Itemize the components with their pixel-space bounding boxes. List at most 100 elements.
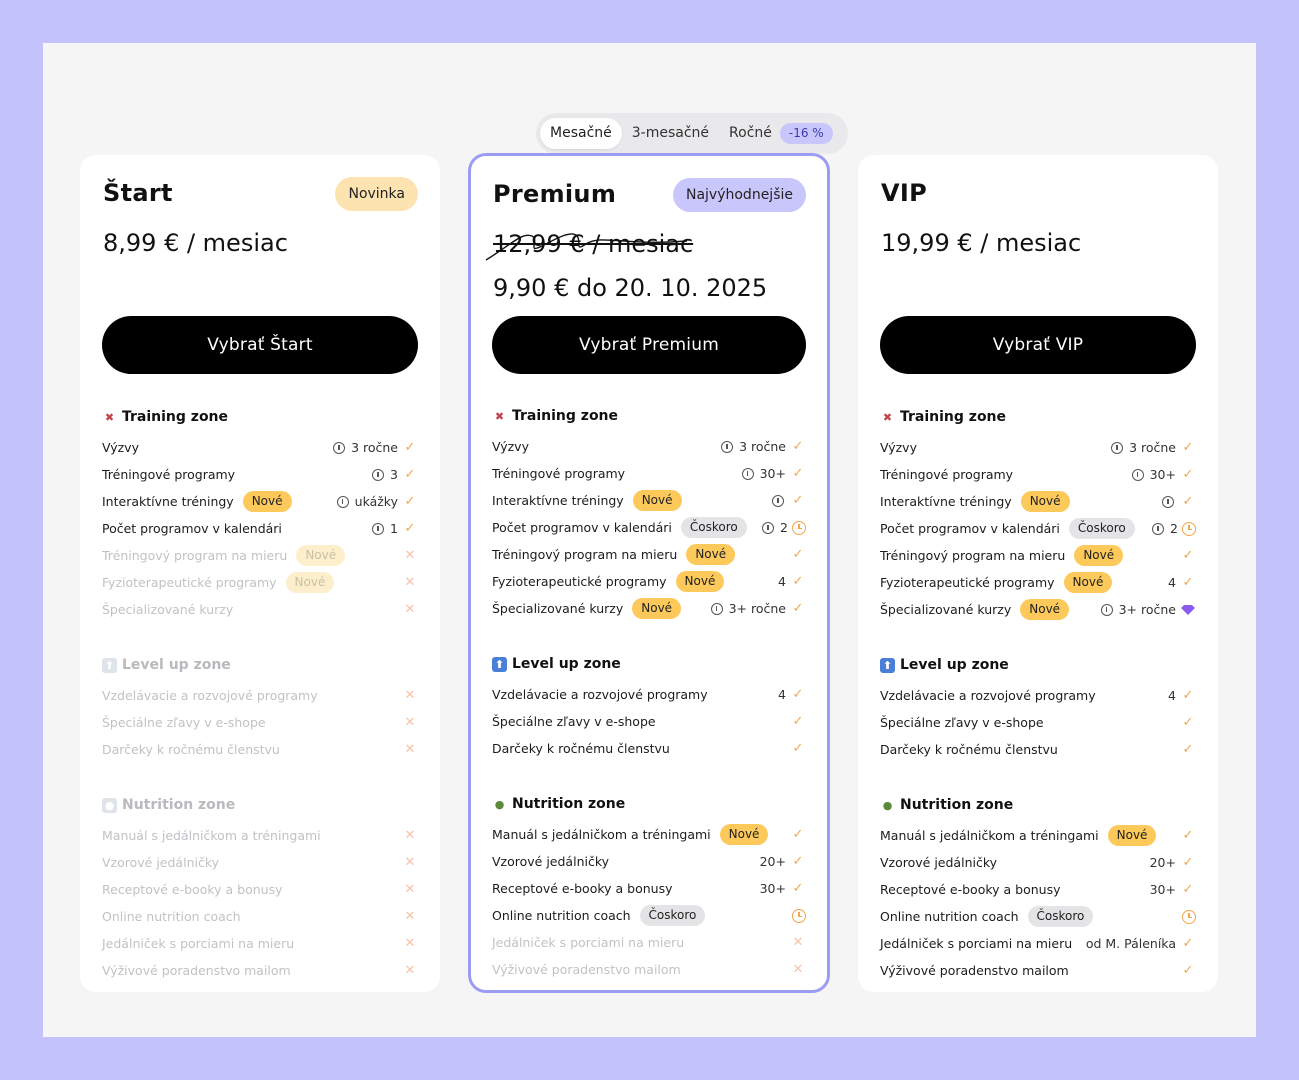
cross-icon: ✕ [404, 601, 416, 617]
feature-label: Manuál s jedálničkom a tréningami [102, 828, 321, 843]
zone-title: ⬆ Level up zone [102, 653, 418, 677]
feature-row: Výzvy 3 ročne ✓ [880, 434, 1196, 461]
feature-row: Fyzioterapeutické programy Nové 4 ✓ [880, 569, 1196, 596]
feature-value-text: 4 [1168, 688, 1176, 703]
check-icon: ✓ [404, 493, 416, 509]
arrow-up-icon: ⬆ [102, 657, 117, 673]
check-icon: ✓ [792, 573, 804, 589]
zone-nutrition-zone: ● Nutrition zone Manuál s jedálničkom a tr… [492, 792, 806, 983]
clock-icon [1182, 909, 1196, 924]
check-icon: ✓ [1182, 439, 1194, 455]
plan-price: 8,99 € / mesiac [103, 229, 288, 257]
feature-row: Interaktívne tréningy Nové ✓ [880, 488, 1196, 515]
feature-row: Receptové e-booky a bonusy 30+ ✓ [492, 875, 806, 902]
check-icon: ✓ [1182, 493, 1194, 509]
toggle-annual[interactable]: Ročné -16 % [719, 118, 839, 149]
feature-label: Špeciálne zľavy v e-shope [102, 715, 266, 730]
new-tag: Nové [1020, 491, 1070, 512]
feature-value: 30+ ✓ [760, 881, 806, 897]
zone-title-text: Nutrition zone [900, 797, 1014, 813]
check-icon: ✓ [792, 600, 804, 616]
feature-row: Výživové poradenstvo mailom ✕ [102, 957, 418, 984]
feature-row: Darčeky k ročnému členstvu ✕ [102, 736, 418, 763]
plan-name: Štart [103, 179, 173, 207]
info-icon[interactable] [336, 495, 349, 508]
zone-level-up-zone: ⬆ Level up zone Vzdelávacie a rozvojové pr… [102, 653, 418, 763]
new-tag: Nové [1107, 825, 1157, 846]
clock-icon [1182, 521, 1196, 536]
info-icon[interactable] [721, 440, 734, 453]
zone-title-text: Training zone [900, 409, 1007, 425]
info-icon[interactable] [1100, 603, 1113, 616]
zone-title: ⬆ Level up zone [880, 653, 1196, 677]
feature-label: Interaktívne tréningy [492, 493, 624, 508]
feature-row: Tréningový program na mieru Nové ✓ [880, 542, 1196, 569]
new-tag: Nové [719, 824, 769, 845]
feature-row: Jedálniček s porciami na mieru od M. Pále… [880, 930, 1196, 957]
feature-value-text: 30+ [759, 881, 786, 896]
toggle-quarterly[interactable]: 3-mesačné [622, 118, 719, 149]
feature-value: ✕ [790, 935, 806, 951]
select-vip-button[interactable]: Vybrať VIP [880, 316, 1196, 374]
feature-label: Fyzioterapeutické programy [102, 575, 277, 590]
select-premium-button[interactable]: Vybrať Premium [492, 316, 806, 374]
dumbbell-icon: ✖ [494, 409, 505, 423]
feature-value: ✓ [1180, 742, 1196, 758]
feature-label: Darčeky k ročnému členstvu [880, 742, 1058, 757]
info-icon[interactable] [1152, 522, 1165, 535]
cross-icon: ✕ [792, 934, 804, 950]
info-icon[interactable] [1131, 468, 1144, 481]
toggle-monthly[interactable]: Mesačné [540, 118, 622, 149]
feature-row: Špeciálne zľavy v e-shope ✓ [880, 709, 1196, 736]
feature-row: Jedálniček s porciami na mieru ✕ [492, 929, 806, 956]
feature-value: ✕ [790, 962, 806, 978]
feature-value: 1 ✓ [372, 521, 418, 537]
info-icon[interactable] [372, 468, 385, 481]
feature-label: Vzdelávacie a rozvojové programy [492, 687, 708, 702]
feature-value-text: 3 [390, 467, 398, 482]
feature-value-text: 3 ročne [1129, 440, 1176, 455]
zone-title-text: Training zone [122, 409, 229, 425]
feature-value-text: od M. Páleníka [1085, 936, 1176, 951]
feature-row: Interaktívne tréningy Nové ✓ [492, 487, 806, 514]
feature-row: Manuál s jedálničkom a tréningami Nové ✓ [492, 821, 806, 848]
feature-row: Tréningové programy 3 ✓ [102, 461, 418, 488]
feature-value: ✓ [1180, 828, 1196, 844]
info-icon[interactable] [710, 602, 723, 615]
feature-value: ✓ [790, 741, 806, 757]
info-icon[interactable] [372, 522, 385, 535]
zone-title: ● Nutrition zone [102, 793, 418, 817]
feature-value: ✕ [402, 548, 418, 564]
info-icon[interactable] [762, 521, 775, 534]
feature-row: Vzdelávacie a rozvojové programy ✕ [102, 682, 418, 709]
feature-value-text: 30+ [1149, 882, 1176, 897]
info-icon[interactable] [333, 441, 346, 454]
feature-value: ✕ [402, 828, 418, 844]
feature-value: ✓ [1180, 548, 1196, 564]
info-icon[interactable] [1111, 441, 1124, 454]
feature-row: Tréningové programy 30+ ✓ [880, 461, 1196, 488]
feature-row: Online nutrition coach Čoskoro [492, 902, 806, 929]
feature-value: 3+ ročne [1100, 602, 1196, 617]
discount-badge: -16 % [779, 123, 833, 144]
feature-value: 3 ročne ✓ [721, 439, 806, 455]
feature-value-text: 3 ročne [351, 440, 398, 455]
feature-list: ✖ Training zone Výzvy 3 ročne ✓ Tréningové pr… [102, 405, 418, 1014]
feature-label: Tréningový program na mieru [492, 547, 678, 562]
feature-value-text: 2 [780, 520, 788, 535]
feature-row: Online nutrition coach Čoskoro [880, 903, 1196, 930]
feature-value-text: 3 ročne [739, 439, 786, 454]
info-icon[interactable] [741, 467, 754, 480]
feature-value: ✓ [790, 547, 806, 563]
feature-label: Interaktívne tréningy [102, 494, 234, 509]
feature-value: ✕ [402, 909, 418, 925]
plan-badge: Novinka [335, 177, 418, 211]
feature-row: Receptové e-booky a bonusy 30+ ✓ [880, 876, 1196, 903]
feature-row: Fyzioterapeutické programy Nové 4 ✓ [492, 568, 806, 595]
select-start-button[interactable]: Vybrať Štart [102, 316, 418, 374]
info-icon[interactable] [1162, 495, 1174, 508]
cross-icon: ✕ [792, 961, 804, 977]
new-tag: Nové [632, 598, 682, 619]
info-icon[interactable] [772, 494, 784, 507]
feature-value-text: 30+ [1149, 467, 1176, 482]
